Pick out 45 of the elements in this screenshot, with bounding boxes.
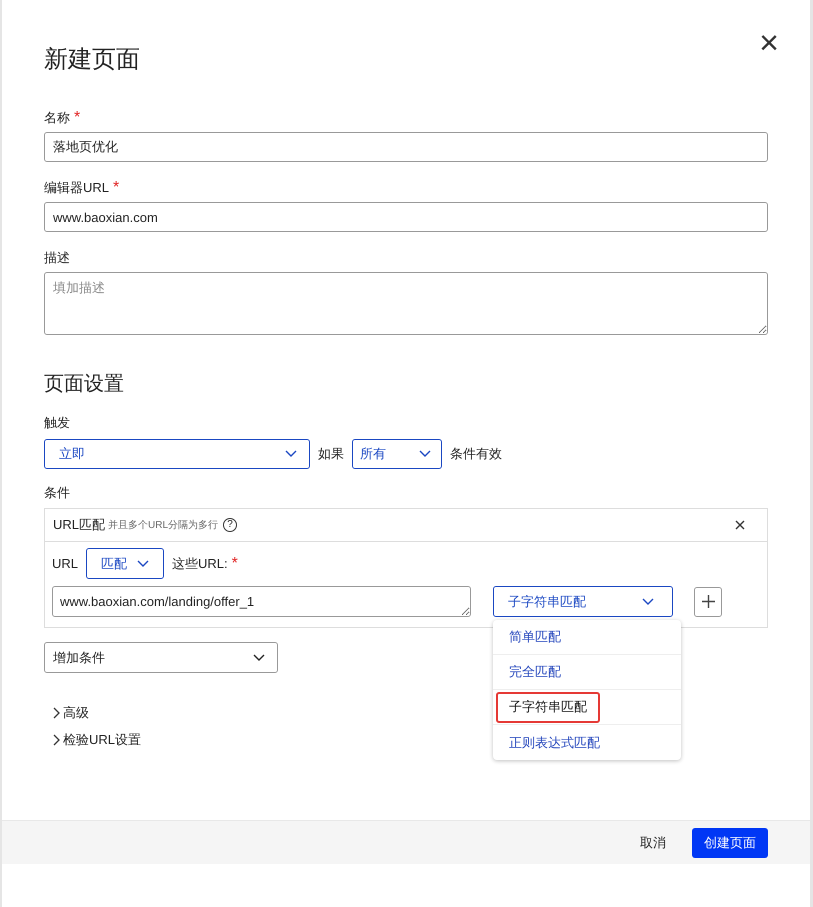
- match-select[interactable]: 匹配: [86, 548, 164, 579]
- chevron-down-icon: [253, 654, 265, 662]
- dropdown-option[interactable]: 正则表达式匹配: [496, 727, 613, 758]
- expander-toggle[interactable]: 检验URL设置: [52, 730, 142, 749]
- section-title: 页面设置: [44, 372, 125, 397]
- cancel-button[interactable]: 取消: [636, 828, 670, 858]
- required-mark: *: [74, 108, 80, 128]
- chevron-right-icon: [52, 734, 60, 746]
- chevron-right-icon: [52, 706, 60, 718]
- dialog-title: 新建页面: [44, 45, 140, 75]
- text-field[interactable]: 落地页优化: [44, 132, 768, 162]
- url-field[interactable]: www.baoxian.com/landing/offer_1: [52, 586, 471, 617]
- url-label: URL: [52, 554, 78, 573]
- field-label: 名称: [44, 109, 70, 128]
- condition-suffix: 条件有效: [450, 444, 502, 463]
- chevron-down-icon: [419, 450, 431, 458]
- if-label: 如果: [318, 444, 344, 463]
- chevron-down-icon: [642, 598, 654, 606]
- dropdown-option[interactable]: 简单匹配: [496, 622, 574, 652]
- chevron-down-icon: [137, 560, 150, 568]
- match-type-select[interactable]: 子字符串匹配: [493, 586, 673, 617]
- field-label: 条件: [44, 484, 71, 502]
- field-label: 描述: [44, 249, 70, 268]
- required-mark: *: [232, 554, 238, 574]
- help-icon[interactable]: ?: [223, 518, 238, 532]
- description-field[interactable]: 填加描述: [44, 272, 768, 335]
- plus-icon: [702, 595, 714, 608]
- trigger-select[interactable]: 立即: [44, 438, 310, 468]
- condition-hint: 并且多个URL分隔为多行: [108, 518, 218, 532]
- close-icon[interactable]: [735, 520, 745, 530]
- expander-toggle[interactable]: 高级: [52, 703, 89, 722]
- add-condition-select[interactable]: 增加条件: [44, 642, 278, 673]
- field-label: 触发: [44, 414, 71, 432]
- required-mark: *: [113, 178, 120, 198]
- close-button[interactable]: ×: [759, 28, 779, 58]
- add-button[interactable]: [694, 586, 722, 616]
- dropdown-option[interactable]: 子字符串匹配: [496, 692, 600, 722]
- match-all-select[interactable]: 所有: [352, 438, 442, 468]
- field-label: 编辑器URL: [44, 179, 110, 198]
- these-urls-label: 这些URL:: [172, 554, 228, 573]
- create-page-button[interactable]: 创建页面: [692, 828, 768, 858]
- chevron-down-icon: [285, 450, 297, 458]
- text-field[interactable]: www.baoxian.com: [44, 202, 768, 232]
- dropdown-option[interactable]: 完全匹配: [496, 656, 574, 688]
- condition-title: URL匹配: [53, 516, 106, 534]
